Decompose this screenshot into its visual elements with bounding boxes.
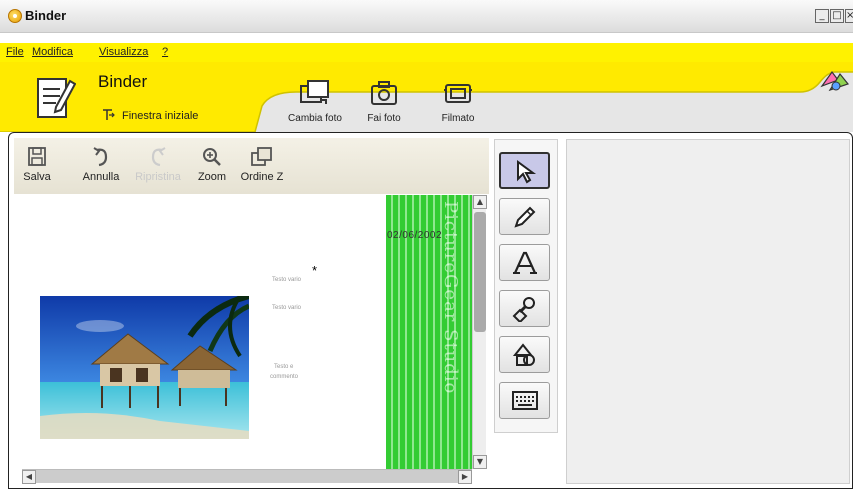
camera-icon	[371, 81, 397, 105]
maximize-button[interactable]: □	[830, 9, 844, 23]
change-photo-label: Cambia foto	[288, 113, 342, 124]
movie-button[interactable]: Filmato	[436, 78, 480, 124]
star-mark: *	[312, 263, 318, 278]
save-icon	[28, 147, 46, 166]
undo-button[interactable]: Annulla	[79, 146, 123, 183]
zoom-icon	[203, 148, 221, 166]
close-button[interactable]: ×	[845, 9, 853, 23]
clipart-shapes-icon[interactable]	[816, 66, 850, 96]
text-tool-button[interactable]	[499, 244, 550, 281]
save-button[interactable]: Salva	[20, 146, 54, 183]
z-order-button[interactable]: Ordine Z	[234, 146, 290, 183]
pencil-tool-button[interactable]	[499, 198, 550, 235]
text-placeholder-3[interactable]: Testo e	[274, 364, 293, 370]
menu-file[interactable]: File	[6, 46, 24, 58]
undo-label: Annulla	[82, 171, 120, 183]
select-tool-button[interactable]	[499, 152, 550, 189]
undo-icon	[93, 147, 108, 167]
change-photo-icon	[300, 80, 329, 104]
horizontal-scrollbar[interactable]: ◀ ▶	[22, 469, 472, 484]
section-title: Binder	[98, 72, 148, 91]
redo-button[interactable]: Ripristina	[135, 146, 181, 183]
menu-help[interactable]: ?	[162, 46, 168, 58]
keyboard-icon	[512, 391, 538, 410]
take-photo-label: Fai foto	[367, 113, 401, 124]
change-photo-button[interactable]: Cambia foto	[283, 78, 347, 124]
title-bar: Binder _ □ ×	[0, 0, 853, 33]
beach-hut-photo[interactable]	[40, 296, 249, 439]
text-placeholder-2[interactable]: Testo vario	[272, 305, 301, 311]
binder-page-canvas[interactable]: PictureGear Studio 02/06/2002 * Testo va…	[22, 195, 472, 469]
minimize-button[interactable]: _	[815, 9, 829, 23]
date-stamp: 02/06/2002	[387, 230, 443, 241]
window-title: Binder	[25, 8, 67, 23]
redo-icon	[151, 147, 166, 167]
z-order-label: Ordine Z	[240, 171, 284, 183]
app-logo-icon	[8, 9, 22, 23]
shapes-icon	[512, 343, 535, 366]
shapes-tool-button[interactable]	[499, 336, 550, 373]
vertical-scrollbar[interactable]: ▲ ▼	[472, 195, 487, 469]
scroll-down-arrow[interactable]: ▼	[473, 455, 487, 469]
take-photo-button[interactable]: Fai foto	[364, 78, 404, 124]
start-window-icon[interactable]	[102, 107, 116, 121]
menu-bar: File Modifica Visualizza ?	[0, 43, 853, 62]
film-icon	[444, 84, 472, 103]
stamp-icon	[512, 297, 535, 322]
text-placeholder-4[interactable]: commento	[270, 374, 298, 380]
scroll-up-arrow[interactable]: ▲	[473, 195, 487, 209]
menu-visualizza[interactable]: Visualizza	[99, 46, 148, 58]
redo-label: Ripristina	[135, 171, 181, 183]
text-a-icon	[513, 251, 537, 274]
z-order-icon	[251, 147, 272, 166]
arrow-cursor-icon	[517, 160, 537, 184]
scroll-left-arrow[interactable]: ◀	[22, 470, 36, 484]
menu-modifica[interactable]: Modifica	[32, 46, 73, 58]
binder-document-icon	[37, 78, 76, 118]
zoom-button[interactable]: Zoom	[195, 146, 229, 183]
properties-panel	[566, 139, 850, 484]
scroll-right-arrow[interactable]: ▶	[458, 470, 472, 484]
zoom-label: Zoom	[197, 171, 227, 183]
movie-label: Filmato	[441, 113, 475, 124]
vertical-scroll-thumb[interactable]	[474, 212, 486, 332]
watermark-text: PictureGear Studio	[440, 201, 461, 395]
save-label: Salva	[23, 171, 51, 183]
text-placeholder-1[interactable]: Testo vario	[272, 277, 301, 283]
pencil-icon	[514, 206, 536, 228]
start-window-link[interactable]: Finestra iniziale	[122, 110, 198, 122]
keyboard-tool-button[interactable]	[499, 382, 550, 419]
stamp-tool-button[interactable]	[499, 290, 550, 327]
